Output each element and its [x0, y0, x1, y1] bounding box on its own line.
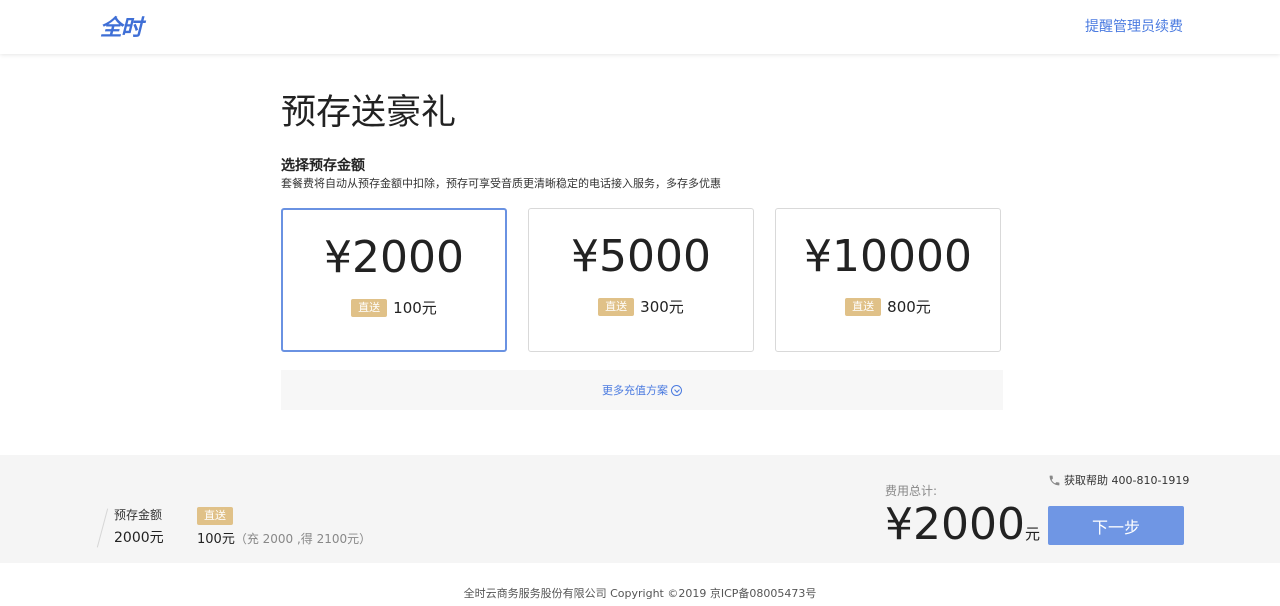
gift-amount: 100元: [393, 299, 437, 317]
gift-badge: 直送: [197, 507, 233, 525]
section-title: 选择预存金额: [281, 158, 365, 174]
divider: [96, 508, 109, 548]
section-description: 套餐费将自动从预存金额中扣除，预存可享受音质更清晰稳定的电话接入服务，多存多优惠: [281, 177, 721, 190]
remind-admin-link[interactable]: 提醒管理员续费: [1085, 16, 1183, 36]
chevron-down-icon: [671, 384, 682, 396]
gift-badge: 直送: [845, 297, 882, 316]
more-plans-button[interactable]: 更多充值方案: [281, 370, 1003, 410]
total-amount: ¥2000: [885, 499, 1025, 550]
help-contact[interactable]: 获取帮助 400-810-1919: [1048, 472, 1189, 488]
plan-gift: 直送 300元: [529, 296, 753, 317]
total-value: ¥2000元: [885, 499, 1040, 550]
page-title: 预存送豪礼: [281, 93, 457, 133]
help-text: 获取帮助 400-810-1919: [1064, 474, 1190, 487]
plan-card-5000[interactable]: ¥5000 直送 300元: [528, 208, 754, 352]
amount-value: 2000元: [114, 530, 164, 546]
gift-badge: 直送: [598, 297, 635, 316]
plan-gift: 直送 800元: [776, 296, 1000, 317]
next-step-button[interactable]: 下一步: [1048, 506, 1184, 545]
phone-icon: [1048, 474, 1061, 487]
gift-summary: 100元（充 2000 ,得 2100元）: [197, 528, 371, 547]
total-label: 费用总计:: [885, 484, 938, 498]
gift-note: （充 2000 ,得 2100元）: [234, 532, 372, 546]
order-summary-panel: 预存金额 2000元 直送 100元（充 2000 ,得 2100元） 费用总计…: [0, 455, 1280, 563]
gift-value: 100元: [197, 532, 235, 547]
gift-amount: 300元: [640, 298, 684, 316]
plan-price: ¥2000: [324, 232, 464, 283]
plan-price: ¥5000: [571, 231, 711, 282]
more-plans-label: 更多充值方案: [602, 384, 668, 397]
plan-card-2000[interactable]: ¥2000 直送 100元: [281, 208, 507, 352]
plan-card-10000[interactable]: ¥10000 直送 800元: [775, 208, 1001, 352]
plan-gift: 直送 100元: [283, 297, 505, 318]
top-header: 全时 提醒管理员续费: [0, 0, 1280, 54]
plan-price: ¥10000: [804, 231, 972, 282]
footer-copyright: 全时云商务服务股份有限公司 Copyright ©2019 京ICP备08005…: [463, 587, 817, 600]
brand-logo[interactable]: 全时: [100, 12, 143, 41]
gift-badge: 直送: [351, 298, 388, 317]
total-unit: 元: [1024, 525, 1040, 543]
amount-label: 预存金额: [114, 508, 163, 522]
gift-amount: 800元: [887, 298, 931, 316]
